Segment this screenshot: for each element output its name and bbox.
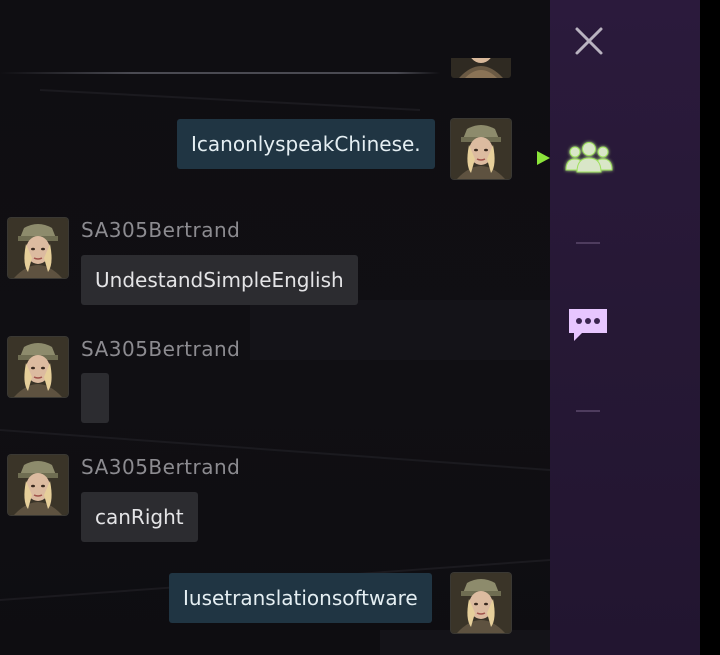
chat-tab-button[interactable]: [566, 305, 610, 345]
message-bubble-own: IcanonlyspeakChinese.: [177, 119, 435, 169]
play-indicator-icon: [537, 151, 550, 165]
message-bubble: UndestandSimpleEnglish: [81, 255, 358, 305]
background-decoration: [0, 89, 550, 655]
avatar: [451, 58, 511, 78]
player-avatar-image: [451, 58, 511, 78]
sidebar-divider: [576, 242, 600, 244]
message-bubble-own: Iusetranslationsoftware: [169, 573, 432, 623]
sender-avatar[interactable]: [8, 337, 68, 397]
message-bubble-empty: [81, 373, 109, 423]
chat-area: IcanonlyspeakChinese. SA305Bertrand Unde…: [0, 0, 550, 655]
player-avatar-image: [8, 218, 68, 278]
close-icon: [575, 27, 603, 55]
sidebar-divider: [576, 410, 600, 412]
sender-name[interactable]: SA305Bertrand: [81, 455, 240, 479]
close-button[interactable]: [572, 24, 606, 58]
sender-name[interactable]: SA305Bertrand: [81, 337, 240, 361]
friends-group-icon: [565, 142, 613, 173]
own-avatar[interactable]: [451, 573, 511, 633]
sender-name[interactable]: SA305Bertrand: [81, 218, 240, 242]
screen-edge: [700, 0, 720, 655]
player-avatar-image: [8, 337, 68, 397]
sender-avatar[interactable]: [8, 455, 68, 515]
sender-avatar[interactable]: [8, 218, 68, 278]
chat-bubble-icon: [569, 309, 607, 341]
own-avatar[interactable]: [451, 119, 511, 179]
player-avatar-image: [8, 455, 68, 515]
friends-tab-button[interactable]: [563, 138, 615, 178]
player-avatar-image: [451, 119, 511, 179]
history-divider: [0, 72, 440, 74]
player-avatar-image: [451, 573, 511, 633]
message-bubble: canRight: [81, 492, 198, 542]
